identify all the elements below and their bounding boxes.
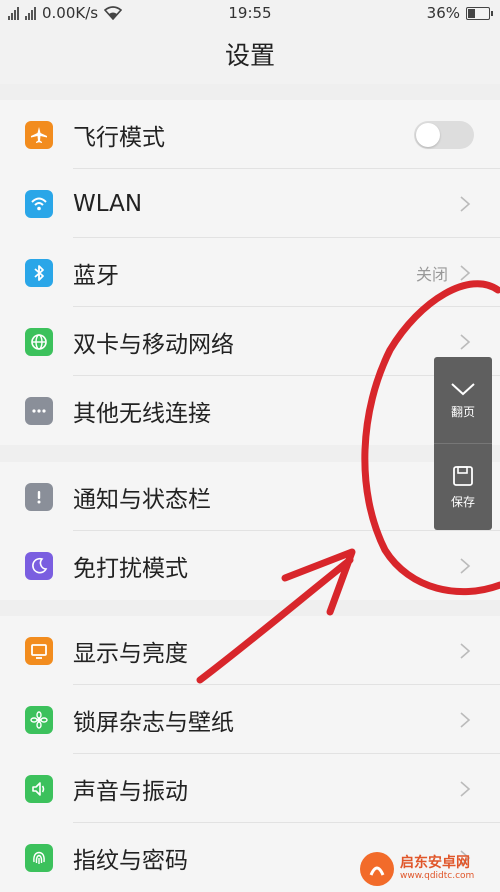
settings-item-other-wireless[interactable]: 其他无线连接 xyxy=(0,376,500,445)
save-icon xyxy=(453,465,473,486)
chevron-right-icon xyxy=(460,557,471,574)
settings-item-airplane[interactable]: 飞行模式 xyxy=(0,100,500,169)
moon-icon xyxy=(25,551,53,580)
bluetooth-icon xyxy=(25,258,53,287)
monitor-icon xyxy=(25,636,53,665)
fingerprint-icon xyxy=(25,843,53,872)
chevron-right-icon xyxy=(460,264,471,281)
chevron-right-icon xyxy=(460,642,471,659)
settings-item-label: 双卡与移动网络 xyxy=(73,331,234,358)
chevron-right-icon xyxy=(460,195,471,212)
settings-item-dual-sim[interactable]: 双卡与移动网络 xyxy=(0,307,500,376)
more-icon xyxy=(25,396,53,425)
settings-section: 通知与状态栏 免打扰模式 xyxy=(0,462,500,600)
settings-item-value: 关闭 xyxy=(415,264,448,284)
page-turn-button[interactable]: 翻页 xyxy=(434,357,492,443)
settings-item-label: 通知与状态栏 xyxy=(73,486,211,513)
save-button[interactable]: 保存 xyxy=(434,443,492,530)
settings-section: 飞行模式 WLAN 蓝牙 关闭双卡与移动网络 其他无线连接 xyxy=(0,100,500,445)
settings-item-notifications[interactable]: 通知与状态栏 xyxy=(0,462,500,531)
clock: 19:55 xyxy=(228,4,272,22)
chevron-right-icon xyxy=(460,780,471,797)
airplane-mode-toggle[interactable] xyxy=(414,120,474,149)
settings-item-label: 飞行模式 xyxy=(73,124,165,151)
flower-icon xyxy=(25,705,53,734)
settings-item-bluetooth[interactable]: 蓝牙 关闭 xyxy=(0,238,500,307)
settings-item-wlan[interactable]: WLAN xyxy=(0,169,500,238)
settings-item-label: 蓝牙 xyxy=(73,262,119,289)
settings-item-label: 声音与振动 xyxy=(73,778,188,805)
settings-item-sound[interactable]: 声音与振动 xyxy=(0,754,500,823)
settings-item-label: 免打扰模式 xyxy=(73,555,188,582)
settings-item-label: 其他无线连接 xyxy=(73,400,211,427)
page-turn-label: 翻页 xyxy=(450,404,475,419)
settings-item-label: 显示与亮度 xyxy=(73,640,188,667)
watermark-name: 启东安卓网 xyxy=(400,855,470,871)
settings-item-display[interactable]: 显示与亮度 xyxy=(0,616,500,685)
exclamation-icon xyxy=(25,482,53,511)
chevron-right-icon xyxy=(460,711,471,728)
settings-item-label: WLAN xyxy=(73,190,143,217)
battery-icon xyxy=(466,6,493,20)
globe-icon xyxy=(25,327,53,356)
airplane-icon xyxy=(25,120,53,149)
speaker-icon xyxy=(25,774,53,803)
battery-percent: 36% xyxy=(426,4,460,22)
wifi-icon xyxy=(25,189,53,218)
settings-item-label: 锁屏杂志与壁纸 xyxy=(73,709,234,736)
floating-toolbar: 翻页 保存 xyxy=(434,357,492,530)
status-bar: 0.00K/s 19:55 36% xyxy=(0,0,500,28)
toggle-knob xyxy=(416,122,440,147)
chevron-right-icon xyxy=(460,333,471,350)
settings-item-dnd[interactable]: 免打扰模式 xyxy=(0,531,500,600)
page-title: 设置 xyxy=(0,28,500,84)
chevron-down-icon xyxy=(451,382,475,395)
settings-item-lockscreen[interactable]: 锁屏杂志与壁纸 xyxy=(0,685,500,754)
save-label: 保存 xyxy=(450,494,475,509)
watermark-url: www.qdidtc.com xyxy=(400,871,475,881)
watermark-logo-icon xyxy=(360,851,394,886)
site-watermark: 启东安卓网 www.qdidtc.com xyxy=(360,848,500,889)
